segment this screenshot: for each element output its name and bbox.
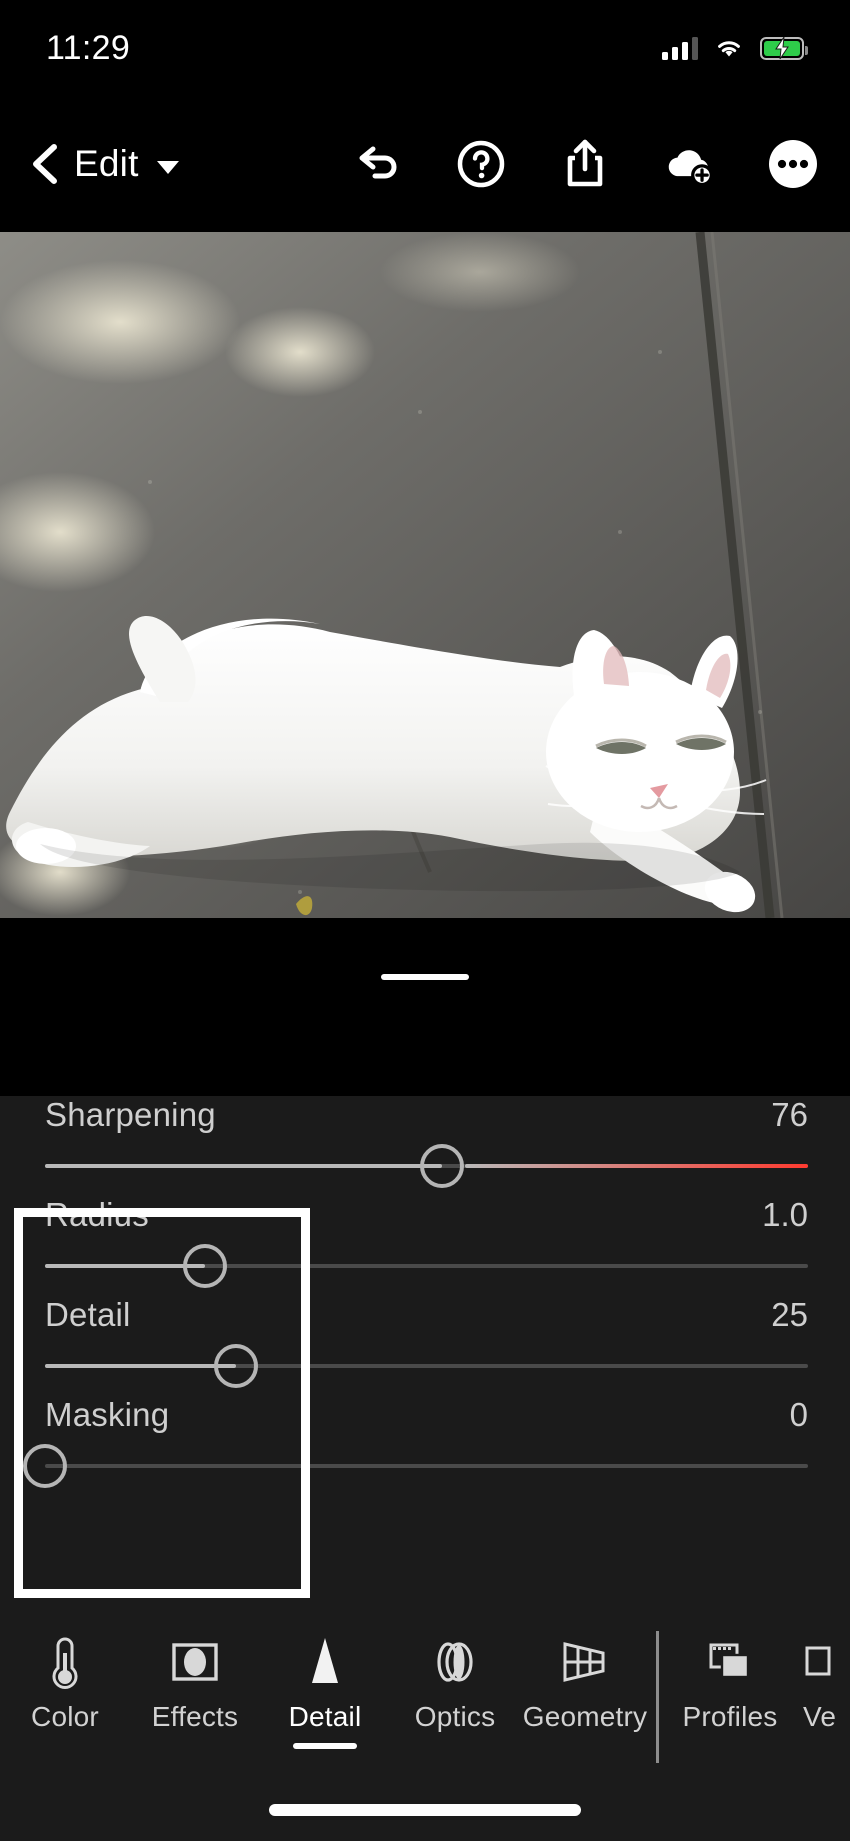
tab-label-geometry: Geometry — [522, 1701, 648, 1732]
tab-effects[interactable]: Effects — [130, 1631, 260, 1733]
nav-actions-group — [350, 137, 850, 191]
sharpening-value: 76 — [771, 1096, 808, 1133]
vignette-frame-icon — [169, 1631, 221, 1693]
cat-photo-image — [0, 232, 850, 918]
detail-label: Detail — [45, 1296, 131, 1333]
undo-arrow-icon — [359, 146, 397, 179]
status-bar: 11:29 — [0, 0, 850, 96]
help-button[interactable] — [454, 137, 508, 191]
cloud-add-button[interactable] — [662, 137, 716, 191]
adjustment-panel: Sharpening 76 Radius 1.0 Detail 25 Maski… — [0, 1096, 850, 1613]
slider-row-radius[interactable]: Radius 1.0 — [0, 1196, 850, 1296]
tab-label-profiles: Profiles — [682, 1701, 778, 1732]
undo-button[interactable] — [350, 137, 404, 191]
photo-preview[interactable] — [0, 232, 850, 918]
tab-label-effects: Effects — [151, 1701, 239, 1732]
tab-profiles[interactable]: Profiles — [665, 1631, 795, 1733]
sharpening-label: Sharpening — [45, 1096, 216, 1133]
versions-icon — [803, 1631, 843, 1693]
thermometer-icon — [42, 1631, 88, 1693]
stacked-photos-icon — [703, 1631, 757, 1693]
tab-label-color: Color — [31, 1701, 99, 1732]
panel-gap — [0, 918, 850, 1016]
nav-left-group: Edit — [0, 141, 179, 187]
battery-charging-icon — [760, 36, 808, 60]
chevron-left-icon[interactable] — [24, 141, 68, 187]
tab-optics[interactable]: Optics — [390, 1631, 520, 1733]
detail-track[interactable] — [45, 1344, 808, 1388]
tab-color[interactable]: Color — [0, 1631, 130, 1733]
slider-row-sharpening[interactable]: Sharpening 76 — [0, 1096, 850, 1196]
sharpening-track[interactable] — [45, 1144, 808, 1188]
top-navigation-bar: Edit — [0, 96, 850, 232]
masking-track[interactable] — [23, 1444, 808, 1488]
tab-label-optics: Optics — [414, 1701, 496, 1732]
cloud-plus-icon — [668, 150, 713, 187]
share-button[interactable] — [558, 137, 612, 191]
page-title[interactable]: Edit — [74, 143, 139, 185]
status-indicators — [662, 36, 808, 60]
radius-label: Radius — [45, 1196, 149, 1233]
tab-geometry[interactable]: Geometry — [520, 1631, 650, 1733]
ellipsis-circle-icon — [769, 140, 817, 188]
sharpening-thumb[interactable] — [419, 1144, 464, 1188]
home-indicator-bar — [0, 1781, 850, 1841]
radius-track[interactable] — [45, 1244, 808, 1288]
status-clock: 11:29 — [46, 28, 131, 67]
tool-tab-bar: Color Effects Detail Optics Geometry Pro… — [0, 1613, 850, 1781]
slider-row-detail[interactable]: Detail 25 — [0, 1296, 850, 1396]
radius-thumb[interactable] — [183, 1244, 228, 1288]
slider-row-masking[interactable]: Masking 0 — [0, 1396, 850, 1496]
drag-handle-icon[interactable] — [381, 974, 469, 980]
tab-detail[interactable]: Detail — [260, 1631, 390, 1749]
tab-label-versions: Ve — [803, 1701, 837, 1732]
app-root: 11:29 Edit Sharpening 76 Radius 1.0 Deta… — [0, 0, 850, 1841]
tab-divider — [656, 1631, 659, 1763]
masking-value: 0 — [789, 1396, 808, 1433]
masking-thumb[interactable] — [23, 1444, 67, 1488]
caret-down-icon[interactable] — [156, 160, 179, 174]
lens-icon — [428, 1631, 482, 1693]
cellular-bars-icon — [662, 36, 698, 60]
more-button[interactable] — [766, 137, 820, 191]
question-circle-icon — [457, 140, 505, 188]
masking-label: Masking — [45, 1396, 170, 1433]
wifi-icon — [718, 41, 740, 57]
active-tab-underline — [293, 1743, 357, 1749]
home-indicator[interactable] — [269, 1804, 581, 1816]
tab-versions[interactable]: Ve — [795, 1631, 850, 1733]
radius-value: 1.0 — [762, 1196, 808, 1233]
tab-label-detail: Detail — [288, 1701, 362, 1732]
triangle-detail-icon — [302, 1631, 348, 1693]
detail-value: 25 — [771, 1296, 808, 1333]
detail-thumb[interactable] — [213, 1344, 258, 1388]
share-upload-icon — [567, 139, 603, 187]
perspective-grid-icon — [557, 1631, 613, 1693]
